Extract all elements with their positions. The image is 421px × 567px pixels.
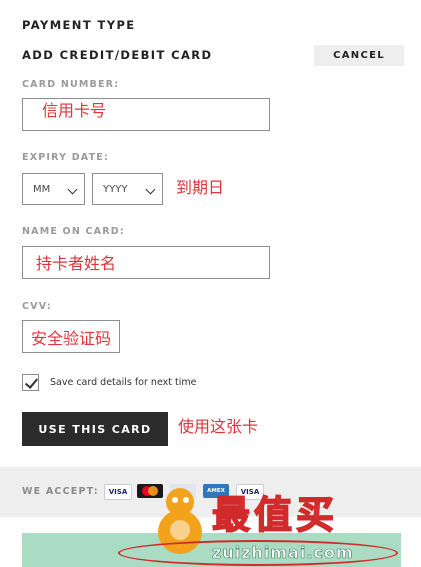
- save-card-checkbox[interactable]: [22, 374, 39, 391]
- use-this-card-button[interactable]: USE THIS CARD: [22, 412, 168, 446]
- watermark-url: zuizhimai.com: [212, 543, 354, 563]
- card-number-label: CARD NUMBER:: [22, 79, 120, 90]
- expiry-year-select[interactable]: YYYY: [92, 173, 163, 205]
- cancel-button[interactable]: CANCEL: [314, 45, 404, 66]
- section-subtitle: ADD CREDIT/DEBIT CARD: [22, 48, 213, 62]
- chevron-down-icon: [67, 184, 78, 195]
- save-card-label: Save card details for next time: [50, 377, 197, 388]
- cvv-label: CVV:: [22, 301, 52, 312]
- expiry-year-value: YYYY: [103, 183, 128, 195]
- use-card-annotation: 使用这张卡: [178, 417, 259, 436]
- visa-card-icon: VISA: [104, 484, 132, 500]
- name-on-card-annotation: 持卡者姓名: [36, 254, 117, 273]
- checkmark-icon: [24, 375, 39, 389]
- watermark-brand: 最值买: [211, 492, 339, 538]
- expiry-annotation: 到期日: [176, 178, 225, 197]
- chevron-down-icon: [145, 184, 156, 195]
- expiry-month-select[interactable]: MM: [22, 173, 85, 205]
- page-title: PAYMENT TYPE: [22, 18, 136, 32]
- expiry-month-value: MM: [33, 183, 51, 195]
- card-number-annotation: 信用卡号: [42, 101, 107, 120]
- expiry-label: EXPIRY DATE:: [22, 152, 109, 163]
- cvv-annotation: 安全验证码: [31, 329, 112, 348]
- use-this-card-label: USE THIS CARD: [38, 422, 152, 436]
- we-accept-label: WE ACCEPT:: [22, 486, 99, 497]
- name-on-card-label: NAME ON CARD:: [22, 226, 125, 237]
- cancel-button-label: CANCEL: [333, 50, 385, 61]
